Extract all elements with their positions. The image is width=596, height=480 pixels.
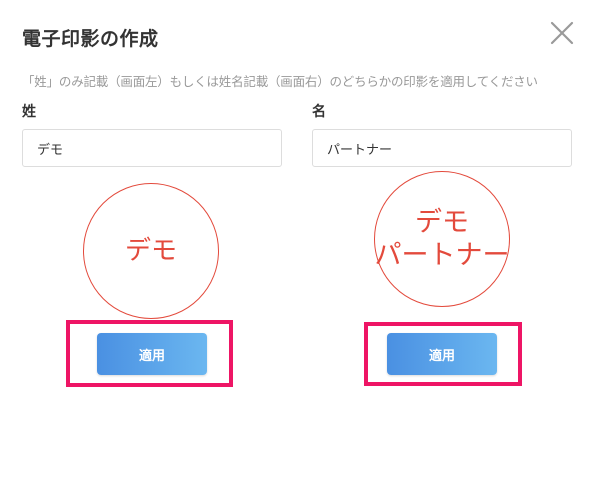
mei-input[interactable] <box>312 129 572 167</box>
apply-full-name-button[interactable]: 適用 <box>387 333 497 375</box>
mei-label: 名 <box>312 104 326 120</box>
seal-right-mei-text: パートナー <box>374 240 510 271</box>
sei-label: 姓 <box>22 104 36 120</box>
seal-preview-full-name: デモ パートナー <box>374 171 510 307</box>
instruction-text: 「姓」のみ記載（画面左）もしくは姓名記載（画面右）のどちらかの印影を適用してくだ… <box>22 74 538 89</box>
close-icon[interactable] <box>549 20 575 46</box>
seal-creation-dialog: 電子印影の作成 「姓」のみ記載（画面左）もしくは姓名記載（画面右）のどちらかの印… <box>0 0 596 480</box>
dialog-title: 電子印影の作成 <box>22 28 159 50</box>
sei-input[interactable] <box>22 129 282 167</box>
seal-left-text: デモ <box>124 236 177 266</box>
apply-sei-only-button[interactable]: 適用 <box>97 333 207 375</box>
seal-preview-sei-only: デモ <box>83 183 219 319</box>
seal-right-sei-text: デモ <box>415 207 469 238</box>
